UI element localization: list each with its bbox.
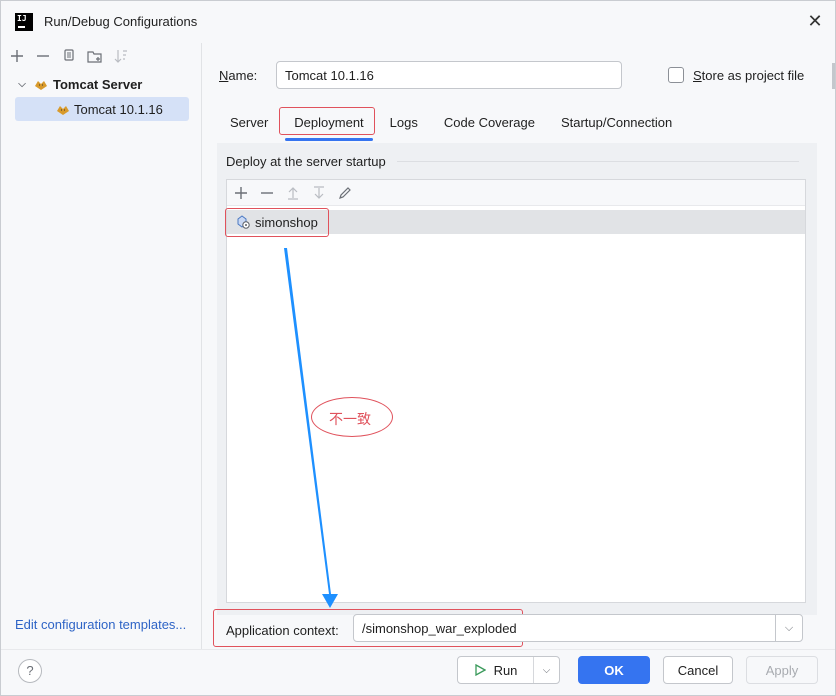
sidebar-toolbar (7, 45, 131, 67)
intellij-app-icon: IJ (15, 13, 33, 31)
add-icon[interactable] (7, 46, 27, 66)
copy-icon[interactable] (59, 46, 79, 66)
close-icon[interactable]: ✕ (805, 12, 825, 32)
add-icon[interactable] (231, 183, 251, 203)
new-folder-icon[interactable] (85, 46, 105, 66)
configuration-editor: Name: Store as project file Server Deplo… (203, 43, 835, 655)
annotation-text: 不一致 (329, 411, 371, 427)
list-item[interactable]: simonshop (225, 208, 805, 237)
run-button-main[interactable]: Run (458, 657, 533, 683)
application-context-field[interactable] (353, 614, 803, 642)
run-label: Run (493, 662, 518, 678)
artifact-list-toolbar (227, 180, 805, 206)
store-as-project-file-checkbox[interactable] (668, 67, 684, 83)
ok-button[interactable]: OK (578, 656, 650, 684)
remove-icon[interactable] (33, 46, 53, 66)
scrollbar[interactable] (832, 63, 835, 89)
run-button[interactable]: Run ⌵ (457, 656, 560, 684)
name-label: Name: (219, 68, 258, 83)
sort-icon[interactable] (111, 46, 131, 66)
artifact-name: simonshop (255, 214, 318, 230)
move-up-icon[interactable] (283, 183, 303, 203)
section-divider (397, 161, 799, 162)
tree-item-tomcat-server[interactable]: ⌵ Tomcat Server (15, 73, 195, 95)
artifact-icon (237, 215, 250, 229)
cancel-button[interactable]: Cancel (663, 656, 733, 684)
apply-button[interactable]: Apply (746, 656, 818, 684)
dialog-footer: ? Run ⌵ OK Cancel Apply (1, 649, 835, 695)
tab-bar: Server Deployment Logs Code Coverage Sta… (217, 105, 685, 141)
tree-item-tomcat-10-1-16[interactable]: Tomcat 10.1.16 (15, 97, 189, 121)
tree-item-label: Tomcat Server (53, 76, 143, 92)
edit-templates-link[interactable]: Edit configuration templates... (15, 617, 186, 632)
name-field[interactable] (276, 61, 622, 89)
tab-logs[interactable]: Logs (377, 115, 431, 141)
help-button[interactable]: ? (18, 659, 42, 683)
chevron-down-icon[interactable]: ⌵ (533, 657, 559, 683)
artifact-list: simonshop (225, 179, 806, 603)
tab-server[interactable]: Server (217, 115, 281, 141)
tomcat-icon (57, 106, 69, 115)
move-down-icon[interactable] (309, 183, 329, 203)
run-icon (474, 664, 486, 676)
tab-deployment[interactable]: Deployment (281, 115, 376, 141)
tree-item-label: Tomcat 10.1.16 (74, 101, 163, 117)
tab-code-coverage[interactable]: Code Coverage (431, 115, 548, 141)
window-title: Run/Debug Configurations (44, 14, 198, 29)
configurations-sidebar: ⌵ Tomcat Server Tomcat 10.1.16 Edit conf… (1, 43, 202, 655)
chevron-down-icon[interactable]: ⌵ (15, 79, 29, 90)
edit-icon[interactable] (335, 183, 355, 203)
title-bar: IJ Run/Debug Configurations ✕ (1, 1, 835, 43)
tomcat-icon (35, 81, 47, 90)
section-title: Deploy at the server startup (226, 154, 386, 169)
store-as-project-file-label: Store as project file (693, 68, 805, 83)
tab-startup-connection[interactable]: Startup/Connection (548, 115, 685, 141)
remove-icon[interactable] (257, 183, 277, 203)
run-debug-dialog: IJ Run/Debug Configurations ✕ ⌵ Tomcat S… (0, 0, 836, 696)
deployment-panel: Deploy at the server startup simonshop (217, 143, 817, 615)
chevron-down-icon[interactable]: ⌵ (775, 615, 802, 641)
application-context-label: Application context: (226, 623, 339, 638)
